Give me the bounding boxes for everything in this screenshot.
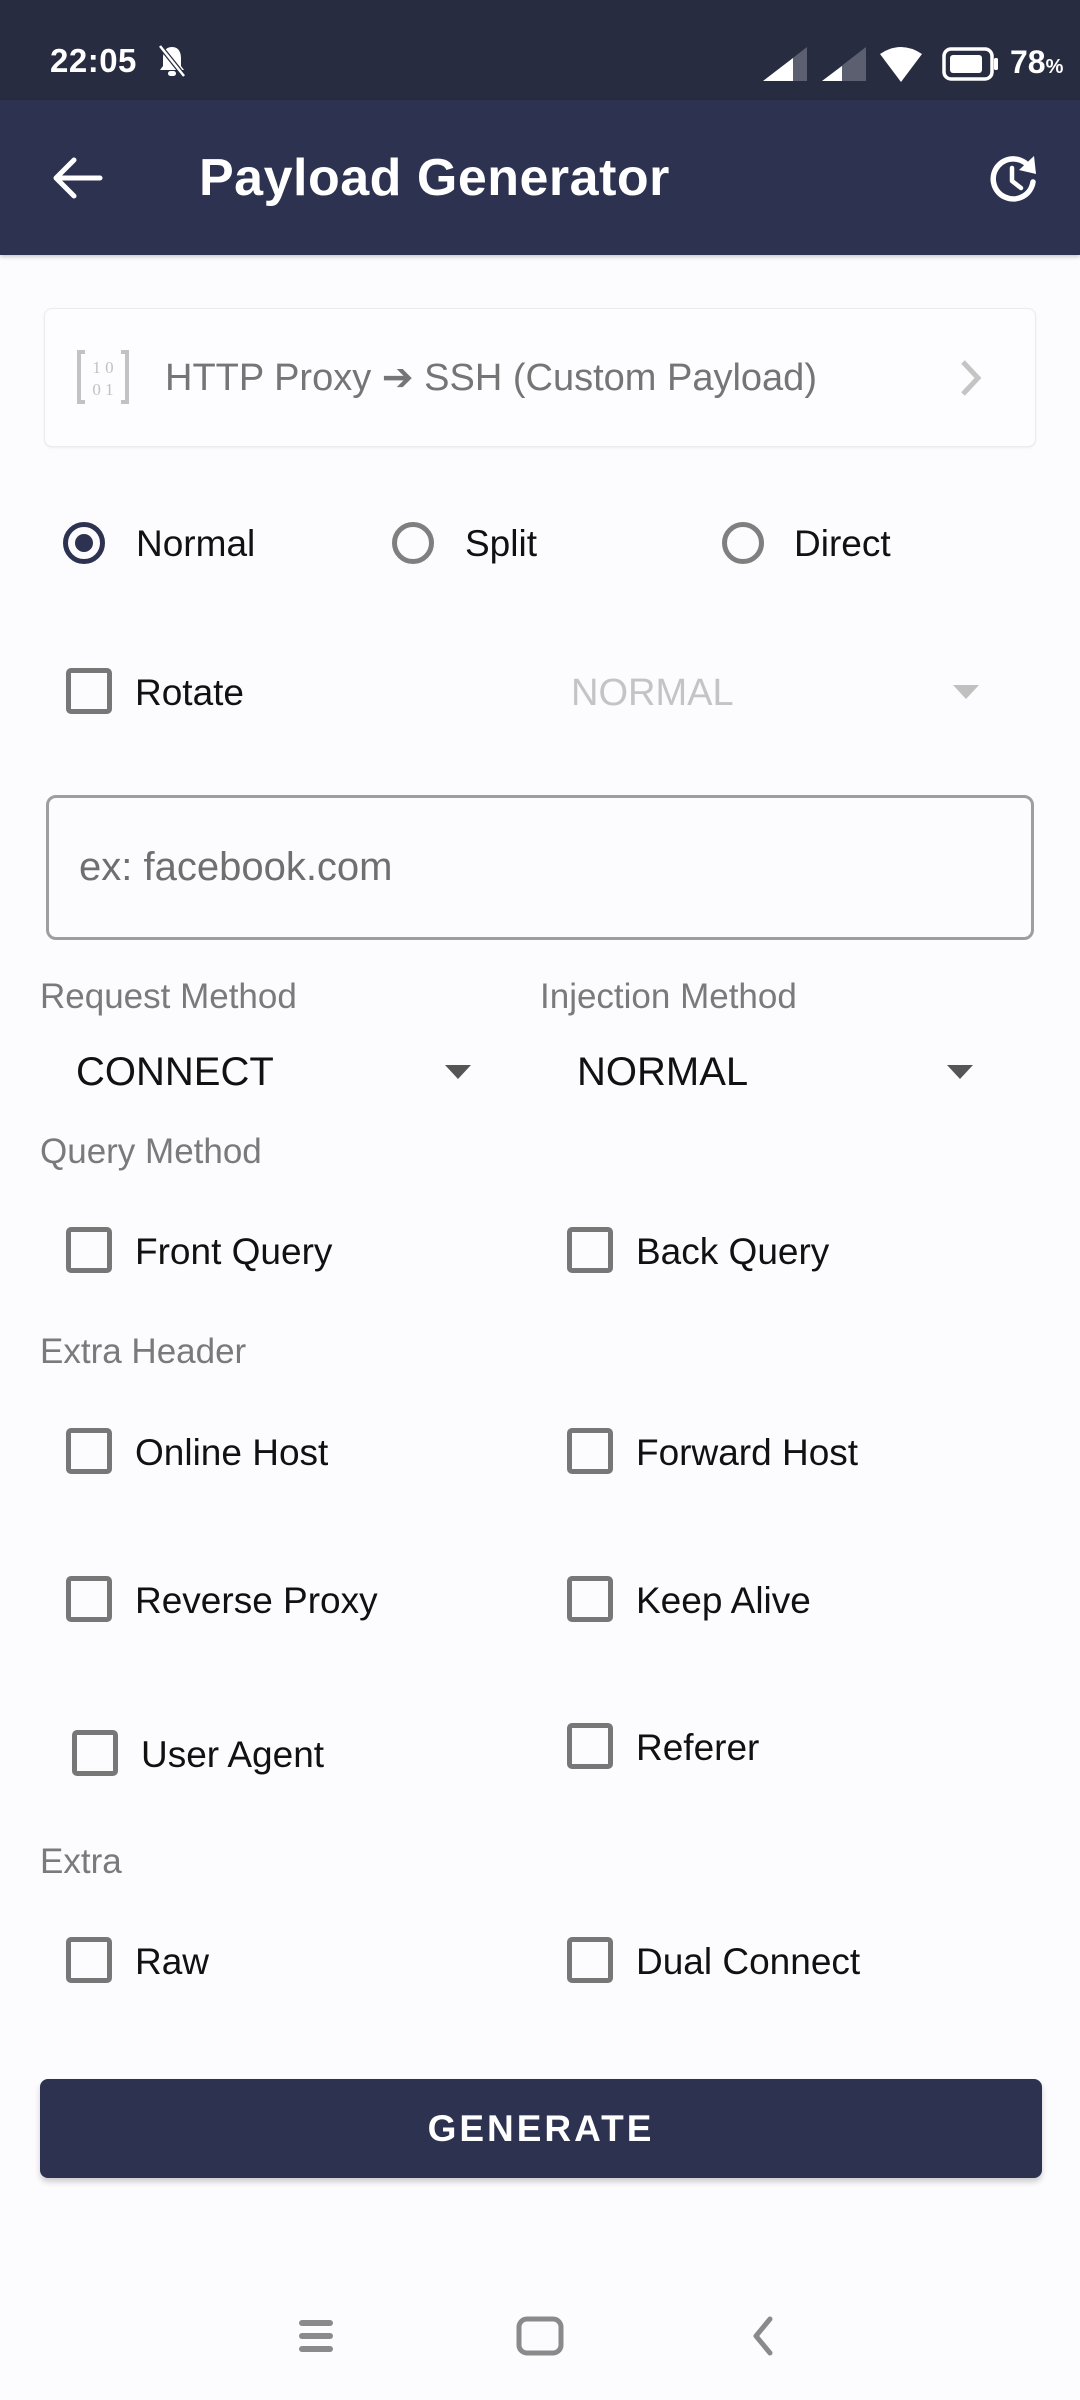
injection-method-dropdown[interactable]: NORMAL [560, 1040, 990, 1102]
checkbox[interactable] [66, 1937, 112, 1983]
radio-button[interactable] [392, 522, 434, 564]
battery-percent: 78% [1010, 44, 1064, 80]
page-title: Payload Generator [199, 149, 670, 207]
checkbox-label: Front Query [135, 1231, 333, 1272]
online-host-checkbox[interactable]: Online Host [66, 1428, 486, 1478]
radio-direct[interactable]: Direct [722, 517, 982, 569]
dropdown-arrow-icon [947, 1065, 973, 1079]
checkbox-label: User Agent [141, 1734, 325, 1775]
checkbox[interactable] [567, 1428, 613, 1474]
raw-checkbox[interactable]: Raw [66, 1937, 486, 1987]
svg-text:0 1: 0 1 [92, 380, 113, 399]
history-icon[interactable] [986, 152, 1040, 206]
checkbox[interactable] [66, 1428, 112, 1474]
checkbox[interactable] [567, 1723, 613, 1769]
extra-label: Extra [40, 1842, 122, 1881]
dropdown-value: NORMAL [571, 672, 734, 714]
forward-host-checkbox[interactable]: Forward Host [567, 1428, 987, 1478]
keep-alive-checkbox[interactable]: Keep Alive [567, 1576, 987, 1626]
rotate-mode-dropdown[interactable]: NORMAL [560, 664, 990, 720]
checkbox[interactable] [567, 1576, 613, 1622]
query-method-label: Query Method [40, 1132, 262, 1171]
app-bar: Payload Generator [0, 100, 1080, 255]
back-nav-icon[interactable] [750, 2316, 776, 2361]
svg-text:1 0: 1 0 [92, 358, 113, 377]
user-agent-checkbox[interactable]: User Agent [72, 1730, 492, 1780]
request-method-dropdown[interactable]: CONNECT [60, 1040, 490, 1102]
radio-button-selected[interactable] [63, 522, 105, 564]
wifi-icon [880, 46, 922, 87]
checkbox-label: Reverse Proxy [135, 1580, 378, 1621]
rotate-checkbox[interactable]: Rotate [66, 668, 326, 718]
bell-off-icon [156, 44, 188, 78]
checkbox-label: Forward Host [636, 1432, 859, 1473]
reverse-proxy-checkbox[interactable]: Reverse Proxy [66, 1576, 486, 1626]
navigation-bar [0, 2280, 1080, 2400]
payload-type-selector[interactable]: 1 00 1 HTTP Proxy ➔ SSH (Custom Payload) [44, 308, 1036, 447]
dropdown-value: NORMAL [577, 1050, 749, 1094]
checkbox-label: Keep Alive [636, 1580, 811, 1621]
checkbox-label: Back Query [636, 1231, 830, 1272]
radio-button[interactable] [722, 522, 764, 564]
status-time: 22:05 [50, 42, 137, 79]
dropdown-arrow-icon [953, 685, 979, 699]
radio-label: Normal [136, 523, 256, 564]
signal-icon-sim2 [822, 47, 866, 86]
checkbox-label: Dual Connect [636, 1941, 861, 1982]
back-arrow-icon[interactable] [50, 156, 104, 200]
signal-icon-sim1 [763, 47, 807, 86]
checkbox[interactable] [567, 1227, 613, 1273]
payload-type-label: HTTP Proxy ➔ SSH (Custom Payload) [165, 357, 817, 399]
extra-header-label: Extra Header [40, 1332, 247, 1371]
dual-connect-checkbox[interactable]: Dual Connect [567, 1937, 987, 1987]
binary-icon: 1 00 1 [75, 349, 131, 405]
checkbox-label: Rotate [135, 672, 245, 713]
front-query-checkbox[interactable]: Front Query [66, 1227, 486, 1277]
checkbox-label: Referer [636, 1727, 760, 1768]
back-query-checkbox[interactable]: Back Query [567, 1227, 987, 1277]
chevron-right-icon [960, 359, 982, 402]
checkbox[interactable] [66, 668, 112, 714]
recent-apps-icon[interactable] [298, 2318, 334, 2359]
radio-split[interactable]: Split [392, 517, 652, 569]
host-input[interactable] [46, 795, 1034, 940]
home-icon[interactable] [516, 2316, 564, 2361]
checkbox[interactable] [66, 1576, 112, 1622]
checkbox[interactable] [567, 1937, 613, 1983]
dropdown-arrow-icon [445, 1065, 471, 1079]
status-bar: 22:05 78% [0, 0, 1080, 100]
injection-method-label: Injection Method [540, 977, 797, 1016]
referer-checkbox[interactable]: Referer [567, 1723, 987, 1773]
request-method-label: Request Method [40, 977, 297, 1016]
dropdown-value: CONNECT [76, 1050, 274, 1094]
checkbox-label: Online Host [135, 1432, 329, 1473]
battery-icon [942, 47, 1000, 86]
checkbox-label: Raw [135, 1941, 210, 1982]
checkbox[interactable] [66, 1227, 112, 1273]
radio-label: Direct [794, 523, 891, 564]
radio-normal[interactable]: Normal [63, 517, 323, 569]
checkbox[interactable] [72, 1730, 118, 1776]
radio-label: Split [465, 523, 537, 564]
generate-button[interactable]: GENERATE [40, 2079, 1042, 2178]
